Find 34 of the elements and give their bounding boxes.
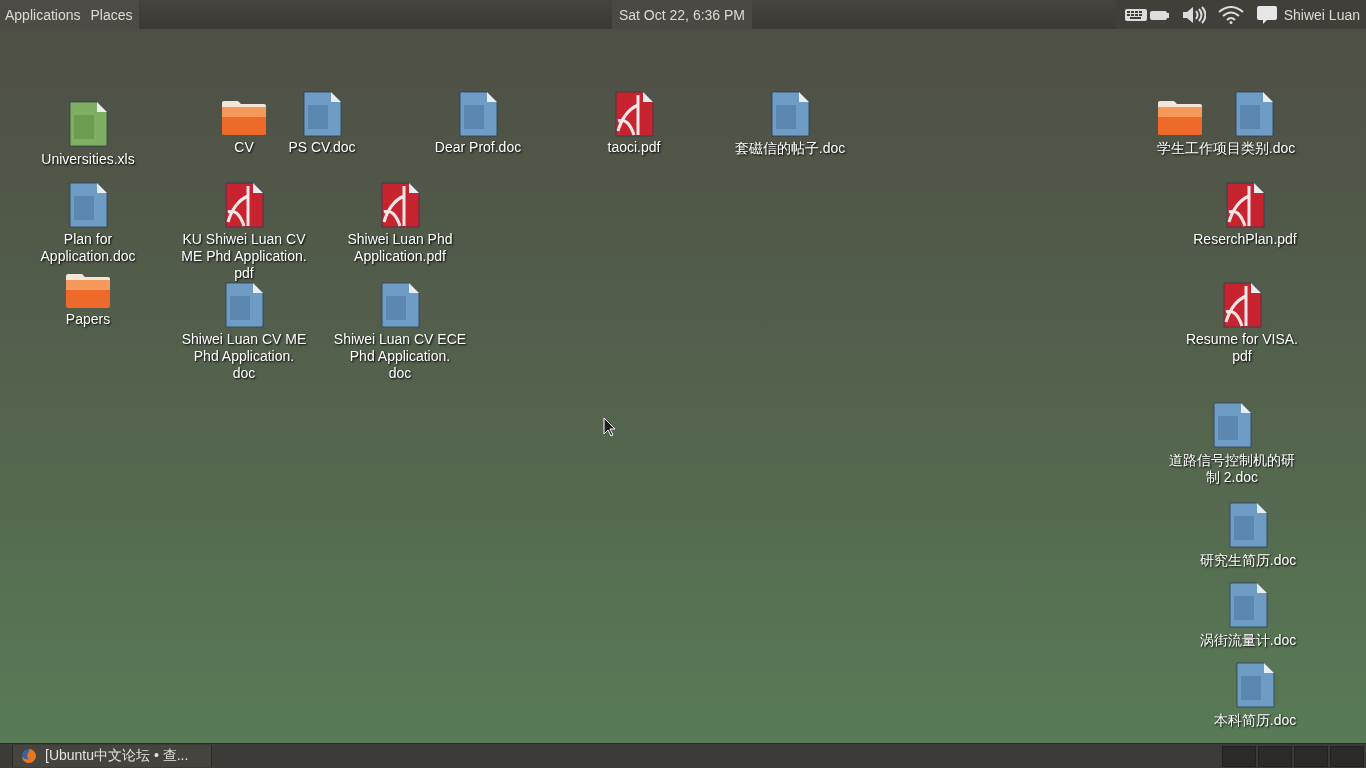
- volume-icon[interactable]: [1181, 5, 1206, 24]
- taskbar-window-button[interactable]: [Ubuntu中文论坛 • 查...: [12, 745, 212, 767]
- file-name[interactable]: 研究生简历.doc: [1199, 552, 1297, 569]
- file-name[interactable]: Shiwei Luan Phd Application.pdf: [347, 231, 453, 265]
- file-name[interactable]: Papers: [65, 311, 111, 328]
- file-name[interactable]: 套磁信的帖子.doc: [734, 140, 846, 157]
- file-name[interactable]: taoci.pdf: [607, 139, 661, 156]
- chat-bubble-icon[interactable]: [1255, 4, 1278, 25]
- file-name[interactable]: 涡街流量计.doc: [1199, 632, 1297, 649]
- file-name[interactable]: Shiwei Luan CV ME Phd Application. doc: [181, 331, 307, 382]
- workspace-switcher-cell[interactable]: [1294, 745, 1328, 767]
- file-name[interactable]: ReserchPlan.pdf: [1193, 231, 1297, 248]
- keyboard-battery-icon[interactable]: [1123, 7, 1170, 22]
- menu-item[interactable]: Applications: [5, 6, 81, 23]
- file-name[interactable]: Shiwei Luan CV ECE Phd Application. doc: [333, 331, 467, 382]
- workspace-switcher-cell[interactable]: [1258, 745, 1292, 767]
- clock[interactable]: Sat Oct 22, 6:36 PM: [612, 0, 752, 29]
- mouse-pointer-icon: [603, 417, 615, 437]
- file-name[interactable]: KU Shiwei Luan CV ME Phd Application. pdf: [181, 231, 307, 282]
- file-name[interactable]: PS CV.doc: [288, 139, 356, 156]
- file-name[interactable]: CV: [234, 139, 254, 156]
- browser-icon: [21, 748, 37, 764]
- file-name[interactable]: 道路信号控制机的研 制 2.doc: [1169, 452, 1295, 486]
- wifi-icon[interactable]: [1217, 5, 1244, 24]
- file-name[interactable]: Resume for VISA. pdf: [1185, 331, 1298, 365]
- workspace-switcher-cell[interactable]: [1222, 745, 1256, 767]
- workspace-switcher-cell[interactable]: [1330, 745, 1364, 767]
- menu-item[interactable]: Places: [90, 6, 133, 23]
- file-name[interactable]: Universities.xls: [41, 151, 135, 168]
- file-name[interactable]: Plan for Application.doc: [40, 231, 136, 265]
- user-name[interactable]: Shiwei Luan: [1283, 6, 1360, 23]
- file-name[interactable]: 学生工作项目类别.doc: [1156, 140, 1296, 157]
- file-name[interactable]: Dear Prof.doc: [434, 139, 522, 156]
- file-name[interactable]: 本科简历.doc: [1213, 712, 1297, 729]
